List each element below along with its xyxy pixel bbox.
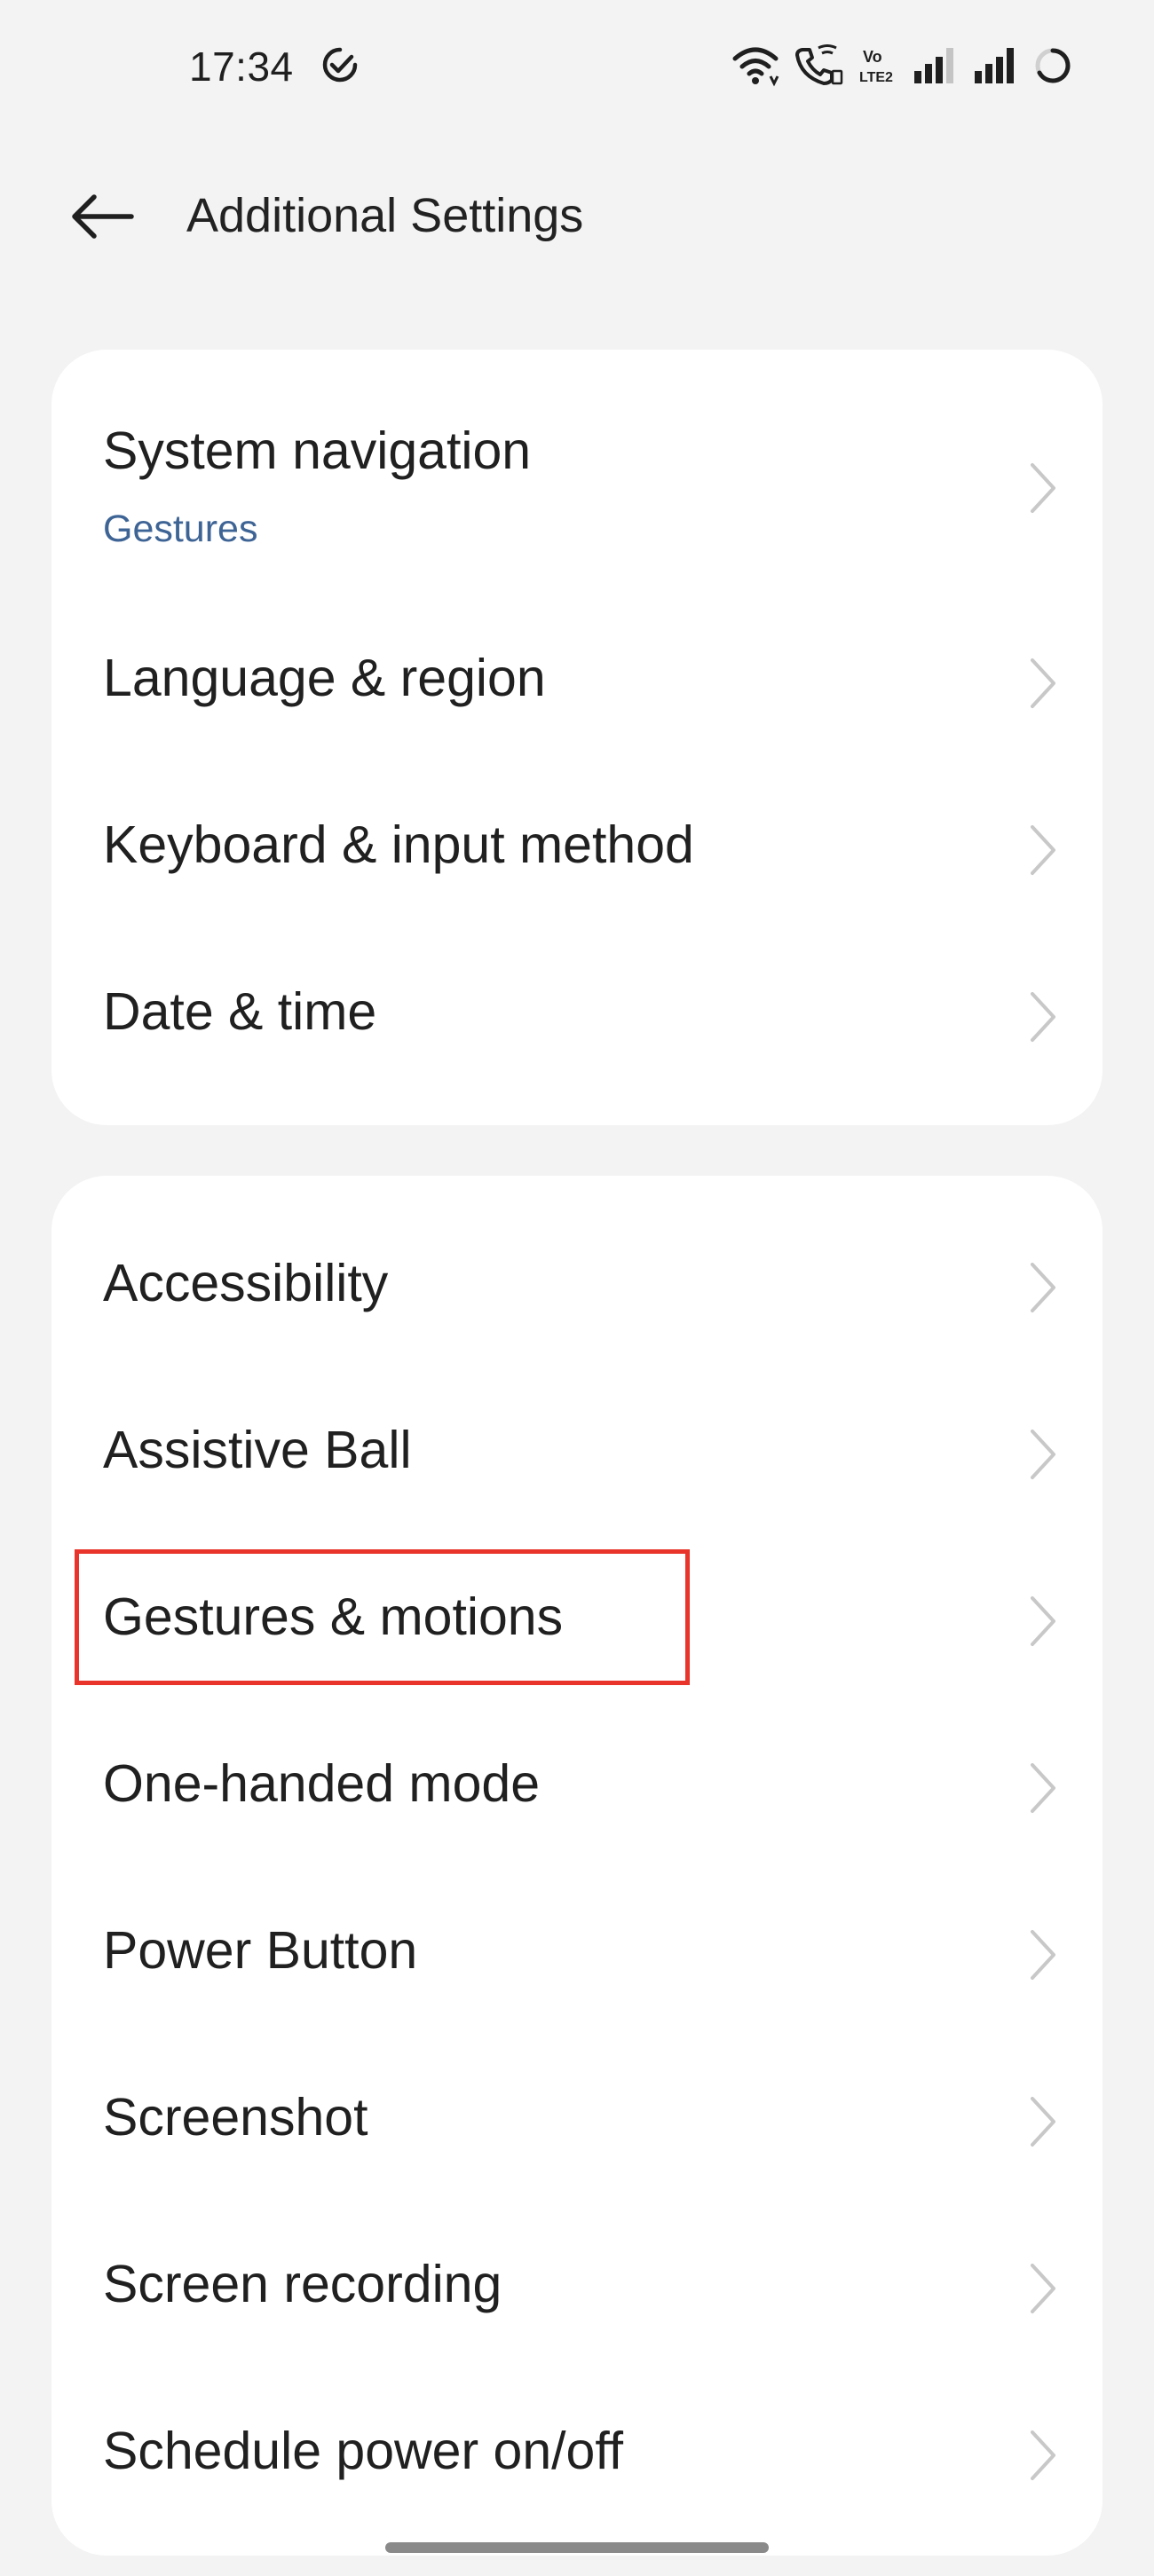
wifi-icon <box>732 47 779 87</box>
one-handed-mode-label: One-handed mode <box>103 1754 541 1813</box>
keyboard-input-label: Keyboard & input method <box>103 815 694 874</box>
accessibility-label: Accessibility <box>103 1254 389 1312</box>
one-handed-mode-item[interactable]: One-handed mode <box>51 1676 1103 1843</box>
assistive-ball-item[interactable]: Assistive Ball <box>51 1343 1103 1509</box>
status-time: 17:34 <box>189 43 294 90</box>
signal-1-icon <box>914 48 953 83</box>
chevron-right-icon <box>1031 1430 1055 1479</box>
volte-icon: Vo LTE2 <box>859 48 893 85</box>
system-navigation-item[interactable]: System navigation Gestures <box>51 350 1103 554</box>
check-circle-icon <box>322 47 358 83</box>
language-region-label: Language & region <box>103 649 546 707</box>
keyboard-input-item[interactable]: Keyboard & input method <box>51 721 1103 887</box>
svg-text:Vo: Vo <box>863 48 882 66</box>
chevron-right-icon <box>1031 992 1055 1042</box>
back-arrow-icon[interactable] <box>69 192 135 241</box>
chevron-right-icon <box>1031 658 1055 708</box>
schedule-power-label: Schedule power on/off <box>103 2422 624 2480</box>
chevron-right-icon <box>1031 2264 1055 2313</box>
header: Additional Settings <box>0 169 1154 266</box>
status-bar: 17:34 Vo LTE2 <box>0 0 1154 133</box>
chevron-right-icon <box>1031 2097 1055 2147</box>
gestures-motions-item[interactable]: Gestures & motions <box>51 1509 1103 1676</box>
system-navigation-label: System navigation <box>103 421 532 480</box>
chevron-right-icon <box>1031 1263 1055 1312</box>
chevron-right-icon <box>1031 1763 1055 1813</box>
accessibility-item[interactable]: Accessibility <box>51 1176 1103 1343</box>
home-indicator[interactable] <box>385 2542 769 2553</box>
screenshot-item[interactable]: Screenshot <box>51 2010 1103 2177</box>
page-title: Additional Settings <box>186 189 584 242</box>
gestures-motions-label: Gestures & motions <box>103 1587 564 1646</box>
status-icons: Vo LTE2 <box>731 43 1072 89</box>
screenshot-label: Screenshot <box>103 2088 368 2147</box>
system-navigation-value: Gestures <box>103 508 258 550</box>
date-time-item[interactable]: Date & time <box>51 887 1103 1054</box>
chevron-right-icon <box>1031 2430 1055 2480</box>
loading-circle-icon <box>1035 48 1071 83</box>
date-time-label: Date & time <box>103 982 377 1041</box>
svg-text:LTE2: LTE2 <box>859 70 893 85</box>
chevron-right-icon <box>1031 825 1055 875</box>
chevron-right-icon <box>1031 463 1055 513</box>
chevron-right-icon <box>1031 1596 1055 1646</box>
settings-group-2: Accessibility Assistive Ball Gestures & … <box>51 1176 1103 2556</box>
power-button-label: Power Button <box>103 1921 418 1980</box>
settings-group-1: System navigation Gestures Language & re… <box>51 350 1103 1125</box>
wifi-calling-icon <box>795 44 843 85</box>
chevron-right-icon <box>1031 1930 1055 1980</box>
assistive-ball-label: Assistive Ball <box>103 1421 412 1479</box>
screen-recording-label: Screen recording <box>103 2255 502 2313</box>
power-button-item[interactable]: Power Button <box>51 1843 1103 2010</box>
screen-recording-item[interactable]: Screen recording <box>51 2177 1103 2344</box>
language-region-item[interactable]: Language & region <box>51 554 1103 721</box>
schedule-power-item[interactable]: Schedule power on/off <box>51 2344 1103 2510</box>
signal-2-icon <box>975 48 1014 83</box>
